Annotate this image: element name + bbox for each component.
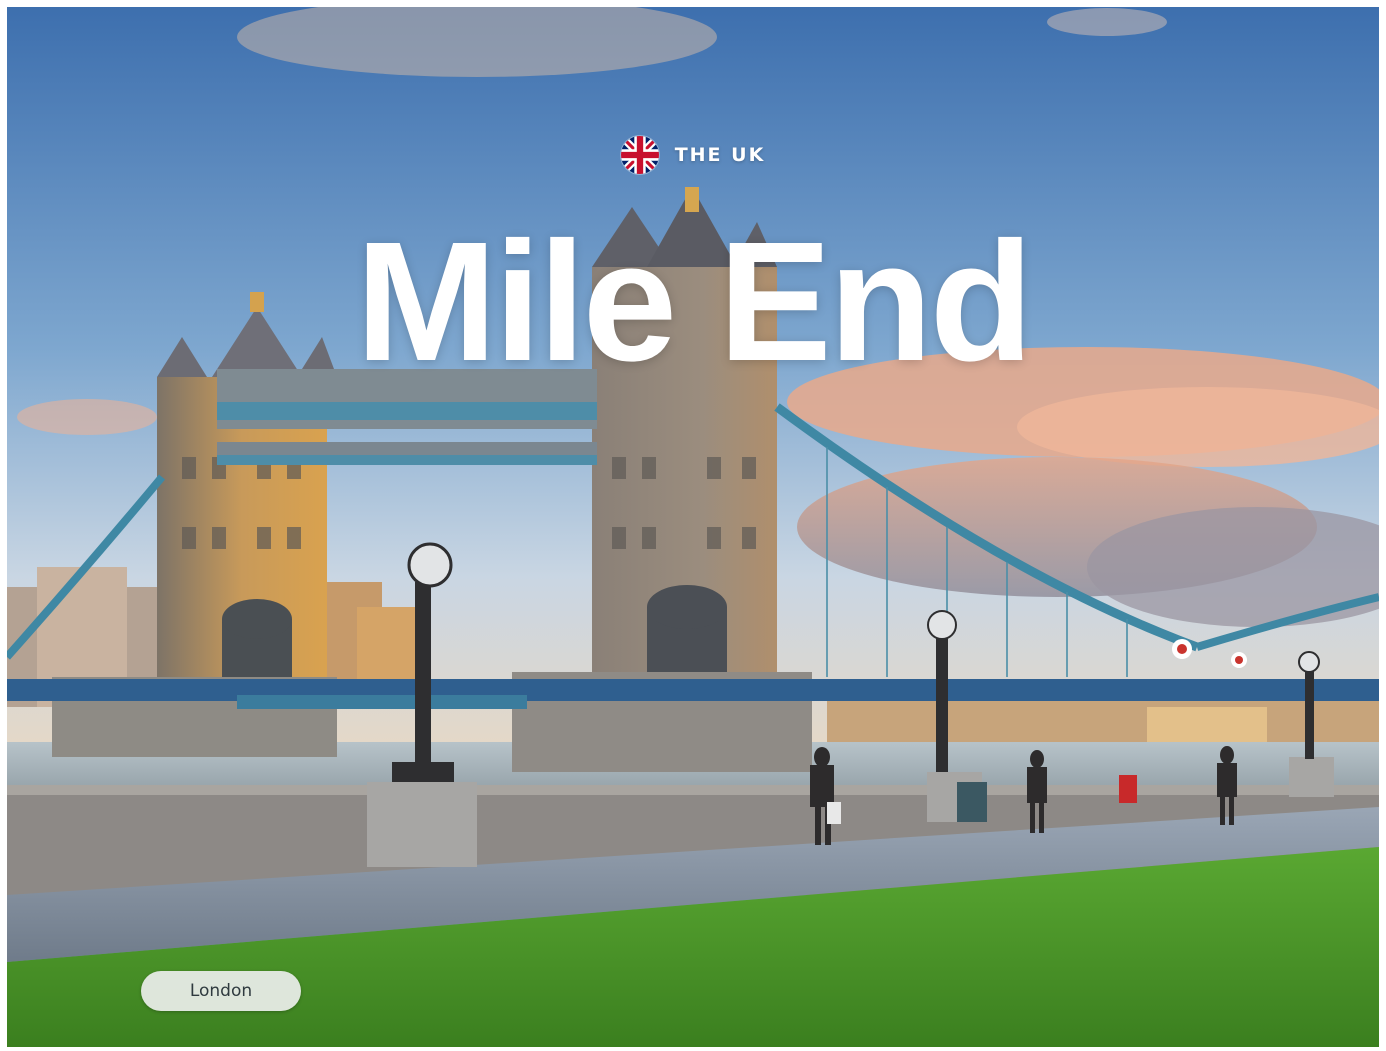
country-tag: THE UK bbox=[7, 135, 1379, 175]
page-title: Mile End bbox=[355, 207, 1034, 397]
country-label: THE UK bbox=[674, 144, 766, 166]
city-tag-button[interactable]: London bbox=[141, 971, 301, 1011]
hero-banner: THE UK Mile End London bbox=[7, 7, 1379, 1047]
uk-flag-icon bbox=[620, 136, 659, 174]
